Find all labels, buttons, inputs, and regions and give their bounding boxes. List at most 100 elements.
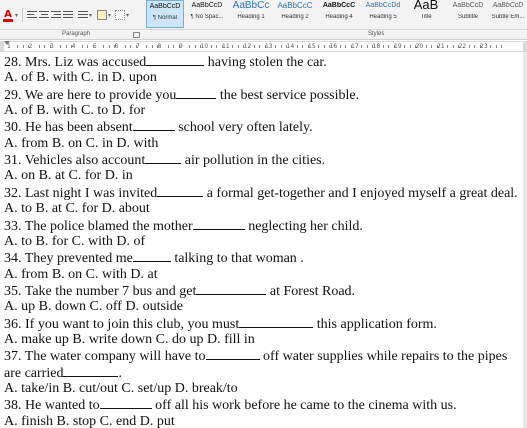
line-text: A. to B. at C. for D. about — [4, 201, 150, 217]
style-preview: AaBbCc — [232, 0, 270, 11]
line-text: 28. Mrs. Liz was accused — [4, 55, 147, 70]
ruler-tick — [237, 45, 239, 48]
line-text-after-blank: this application form. — [313, 316, 437, 332]
ruler-number: 12 — [243, 43, 252, 50]
document-page[interactable]: 28. Mrs. Liz was accused having stolen t… — [0, 52, 527, 428]
question-line: 32. Last night I was invited a formal ge… — [4, 185, 518, 202]
line-text: A. take/in B. cut/out C. set/up D. break… — [4, 381, 238, 396]
line-text: 31. Vehicles also account — [4, 153, 146, 169]
ruler-number: 10 — [200, 43, 209, 50]
horizontal-ruler[interactable]: 1 2 3 4 5 6 7 8 9 10 11 12 13 14 15 16 17 18 19 20 21 22 23 — [0, 41, 527, 52]
style-label: Heading 2 — [281, 14, 309, 20]
line-spacing-icon[interactable] — [78, 11, 88, 20]
ruler-number: 14 — [286, 43, 295, 50]
ruler-tick — [490, 45, 492, 48]
font-color-button[interactable]: A — [3, 9, 13, 22]
line-text-after-blank: . — [118, 365, 122, 381]
vertical-scrollbar[interactable] — [523, 52, 527, 428]
answer-options-line: A. to B. for C. with D. of — [4, 234, 145, 250]
ruler-tick — [452, 45, 454, 48]
borders-icon[interactable] — [115, 10, 125, 20]
styles-gallery: AaBbCcD ¶ Normal AaBbCcD ¶ No Spac... Aa… — [146, 0, 527, 30]
style-subtle-emphasis[interactable]: AaBbCcD Subtle Em... — [489, 0, 527, 28]
ruler-tick — [167, 45, 169, 48]
ruler-number: 22 — [458, 43, 467, 50]
ruler-tick — [495, 45, 497, 48]
line-text: 35. Take the number 7 bus and get — [4, 283, 197, 299]
ruler-number: 15 — [308, 43, 316, 50]
styles-group-label: Styles — [368, 31, 385, 37]
style-preview: AaBbCcD — [452, 2, 484, 9]
justify-icon[interactable] — [63, 11, 73, 20]
paragraph-tools: A ▾ ▾ ▾ ▾ — [0, 0, 150, 30]
borders-dropdown-icon[interactable]: ▾ — [126, 12, 129, 19]
style-title[interactable]: AaB Title — [406, 0, 446, 28]
ruler-number: 16 — [329, 43, 338, 50]
ruler-tick — [22, 45, 24, 48]
ruler-tick — [216, 45, 218, 48]
font-color-dropdown-icon[interactable]: ▾ — [15, 12, 18, 19]
line-text: A. of B. with C. to D. for — [4, 103, 146, 119]
answer-options-line: A. make up B. write down C. do up D. fil… — [4, 332, 255, 348]
separator — [22, 8, 23, 22]
ruler-number: 8 — [157, 43, 162, 50]
ruler-tick — [474, 45, 476, 48]
ruler-number: 11 — [222, 43, 230, 50]
ruler-tick — [388, 45, 390, 48]
ruler-tick — [17, 45, 19, 48]
style-heading-5[interactable]: AaBbCcDd Heading 5 — [362, 0, 404, 28]
line-spacing-dropdown-icon[interactable]: ▾ — [89, 12, 92, 19]
style-heading-2[interactable]: AaBbCcC Heading 2 — [274, 0, 316, 28]
ruler-number: 5 — [93, 43, 97, 50]
ruler-tick — [323, 45, 325, 48]
answer-blank — [205, 348, 260, 361]
ruler-tick — [124, 45, 126, 48]
style-heading-1[interactable]: AaBbCc Heading 1 — [230, 0, 272, 28]
ruler-tick — [38, 45, 40, 48]
style-heading-4[interactable]: AaBbCcC Heading 4 — [318, 0, 360, 28]
paragraph-dialog-launcher-icon[interactable] — [133, 32, 140, 38]
line-text-after-blank: having stolen the car. — [204, 55, 327, 70]
ruler-number: 20 — [415, 43, 424, 50]
line-text-after-blank: off water supplies while repairs to the … — [259, 349, 508, 365]
style-preview: AaBbCcD — [492, 2, 524, 9]
ruler-tick — [259, 45, 261, 48]
style-preview: AaBbCcC — [322, 2, 356, 9]
align-center-icon[interactable] — [39, 11, 49, 20]
question-line: 28. Mrs. Liz was accused having stolen t… — [4, 54, 327, 71]
shading-icon[interactable] — [97, 10, 107, 20]
line-text: 30. He has been absent — [4, 120, 133, 136]
answer-options-line: A. up B. down C. off D. outside — [4, 299, 183, 315]
answer-options-line: A. from B. on C. with D. at — [4, 267, 158, 283]
line-text-after-blank: neglecting her child. — [244, 218, 363, 234]
ruler-tick — [345, 45, 347, 48]
style-label: Heading 1 — [237, 14, 265, 20]
ruler-number: 4 — [71, 43, 76, 50]
shading-dropdown-icon[interactable]: ▾ — [108, 12, 111, 19]
ruler-tick — [382, 45, 384, 48]
line-text: are carried — [4, 365, 64, 381]
align-right-icon[interactable] — [51, 11, 61, 20]
style-no-spacing[interactable]: AaBbCcD ¶ No Spac... — [186, 0, 228, 28]
align-left-icon[interactable] — [27, 11, 37, 20]
ruler-tick — [366, 45, 368, 48]
line-text: A. up B. down C. off D. outside — [4, 299, 184, 315]
style-normal[interactable]: AaBbCcD ¶ Normal — [146, 0, 184, 28]
style-label: Heading 4 — [325, 14, 353, 20]
line-text: A. make up B. write down C. do up D. fil… — [4, 331, 255, 347]
first-line-indent-marker[interactable] — [4, 41, 10, 45]
line-text: A. from B. on C. with D. at — [4, 266, 158, 282]
answer-blank — [176, 87, 217, 99]
answer-options-line: A. take/in B. cut/out C. set/up D. break… — [4, 381, 238, 397]
line-text: 36. If you want to join this club, you m… — [4, 316, 240, 332]
line-text-after-blank: air pollution in the cities. — [181, 153, 326, 169]
ruler-tick — [194, 45, 196, 48]
line-text-after-blank: school very often lately. — [174, 120, 313, 136]
question-line: 30. He has been absent school very often… — [4, 119, 313, 136]
style-subtitle[interactable]: AaBbCcD Subtitle — [448, 0, 488, 28]
ruler-number: 13 — [265, 43, 273, 50]
answer-blank — [146, 54, 205, 66]
question-line: 33. The police blamed the mother neglect… — [4, 218, 363, 235]
ruler-tick — [130, 45, 132, 48]
ruler-number: 6 — [114, 43, 119, 50]
